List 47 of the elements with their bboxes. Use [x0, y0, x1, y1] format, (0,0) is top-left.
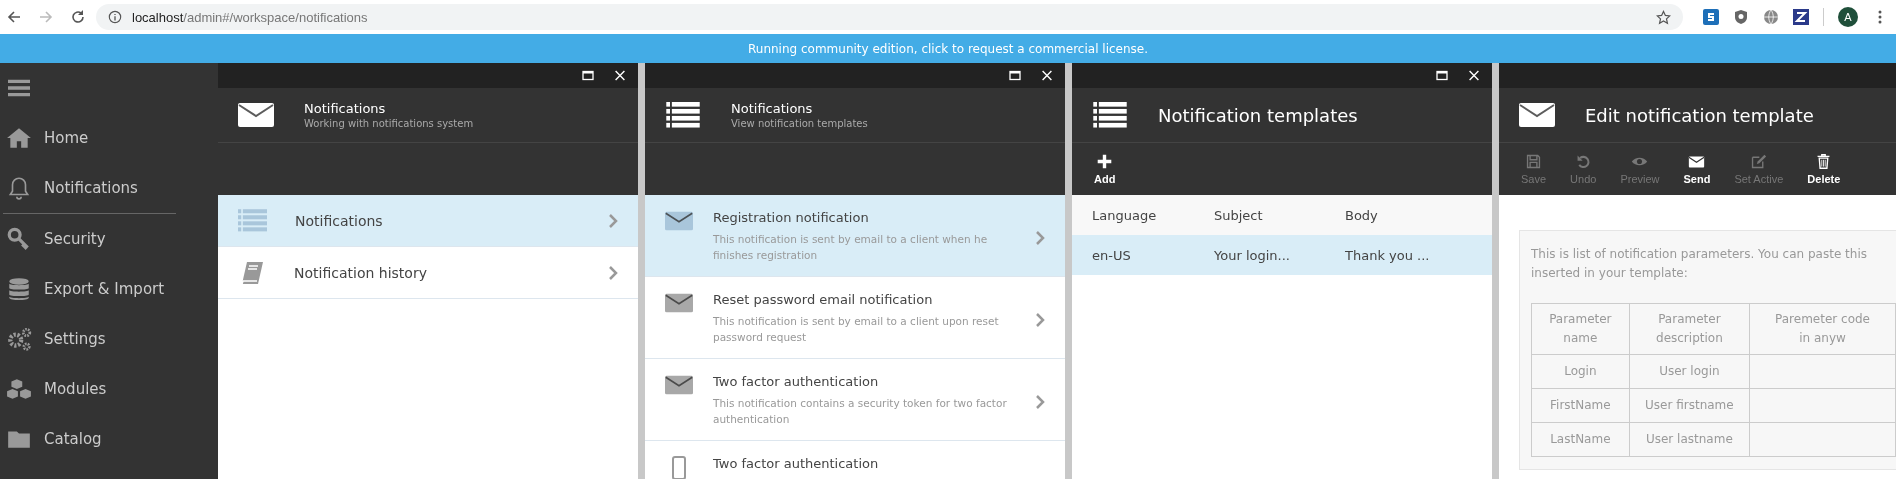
item-description: This notification contains a security token for two factor authentication: [713, 396, 1008, 427]
table-cell: FirstName: [1531, 388, 1630, 423]
table-cell-text: Your login...: [1214, 247, 1291, 263]
toolbar-button[interactable]: Delete: [1803, 153, 1845, 185]
notification-item[interactable]: Reset password email notification This notification is sent by email to a client upon reset password request: [645, 277, 1065, 359]
table-cell-text: en-US: [1092, 247, 1132, 263]
toolbar-button[interactable]: Send: [1679, 153, 1715, 185]
column-header[interactable]: Language: [1092, 207, 1214, 223]
column-header: Paremeter code in anyw: [1749, 303, 1896, 355]
item-description: This notification is sent by email to a client when he finishes registration: [713, 232, 989, 263]
parameters-note: This is list of notification parameters. You can paste this inserted in your template:: [1531, 246, 1868, 282]
column-header: Parameter description: [1629, 303, 1750, 355]
table-cell: Thank you ...: [1345, 247, 1430, 263]
item-title: Two factor authentication: [713, 374, 880, 389]
sidebar-item[interactable]: Modules: [0, 364, 218, 414]
column-header[interactable]: Subject: [1214, 207, 1345, 223]
table-cell: User firstname: [1629, 388, 1750, 423]
menu-item[interactable]: Notification history: [218, 247, 638, 299]
notification-item[interactable]: Registration notification This notification is sent by email to a client when he finishes registration: [645, 195, 1065, 277]
blade-title: Notifications: [731, 101, 814, 116]
column-header: Parameter name: [1531, 303, 1630, 355]
profile-avatar[interactable]: A: [1838, 7, 1858, 27]
sidebar-item[interactable]: Catalog: [0, 414, 218, 464]
blade-subtitle: Working with notifications system: [304, 118, 474, 129]
table-cell: User login: [1629, 354, 1750, 389]
toolbar-button[interactable]: Add: [1090, 153, 1120, 185]
sidebar-item[interactable]: Settings: [0, 314, 218, 364]
table-cell: User lastname: [1629, 422, 1750, 457]
sidebar-item[interactable]: Home: [0, 113, 218, 163]
table-row[interactable]: en-US Your login... Thank you ...: [1072, 235, 1492, 275]
blade-title: Notification templates: [1158, 104, 1358, 126]
sidebar-item[interactable]: Security: [0, 214, 218, 264]
table-cell: LastName: [1531, 422, 1630, 457]
column-header[interactable]: Body: [1345, 207, 1378, 223]
table-cell: Login: [1531, 354, 1630, 389]
sidebar-item[interactable]: Notifications: [0, 163, 218, 213]
item-title: Two factor authentication: [713, 456, 880, 471]
blade-subtitle: View notification templates: [731, 118, 868, 129]
blade-title: Edit notification template: [1585, 104, 1814, 126]
menu-item[interactable]: Notifications: [218, 195, 638, 247]
item-title: Registration notification: [713, 210, 870, 225]
sidebar-item[interactable]: Export & Import: [0, 264, 218, 314]
item-title: Reset password email notification: [713, 292, 934, 307]
blade-title: Notifications: [304, 101, 387, 116]
item-description: This notification is sent by email to a client upon reset password request: [713, 314, 1000, 345]
address-bar[interactable]: localhost/admin#/workspace/notifications: [96, 4, 1683, 30]
notification-item[interactable]: Two factor authentication This notification contains a security token for two factor authentication: [645, 359, 1065, 441]
